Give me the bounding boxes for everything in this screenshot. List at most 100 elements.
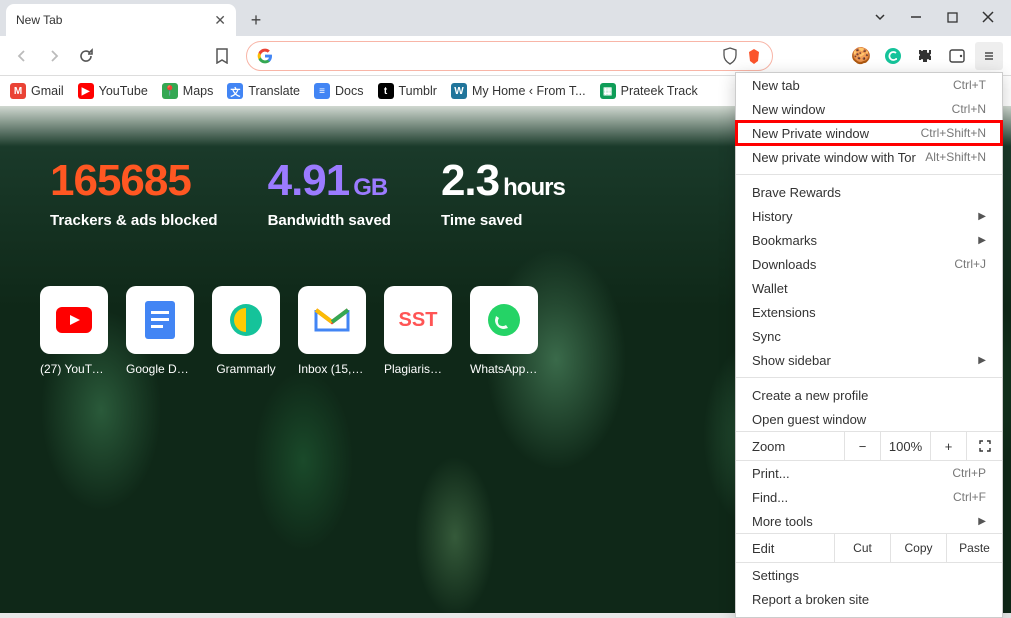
menu-new-window[interactable]: New windowCtrl+N xyxy=(736,97,1002,121)
top-site-tile[interactable]: (27) YouTube xyxy=(40,286,108,376)
bookmark-label: Docs xyxy=(335,84,363,98)
top-site-tile[interactable]: WhatsApp ... xyxy=(470,286,538,376)
app-menu-button[interactable] xyxy=(975,42,1003,70)
menu-wallet[interactable]: Wallet xyxy=(736,276,1002,300)
close-tab-icon[interactable]: ✕ xyxy=(214,12,226,29)
menu-separator xyxy=(736,174,1002,175)
menu-find[interactable]: Find...Ctrl+F xyxy=(736,485,1002,509)
bookmark-favicon: M xyxy=(10,83,26,99)
menu-zoom-row: Zoom − 100% + xyxy=(736,431,1002,461)
tab-title: New Tab xyxy=(16,13,62,27)
menu-edit-row: Edit Cut Copy Paste xyxy=(736,533,1002,563)
stat-bandwidth-value: 4.91GB xyxy=(268,156,391,206)
menu-new-private-window[interactable]: New Private windowCtrl+Shift+N xyxy=(736,121,1002,145)
menu-sync[interactable]: Sync xyxy=(736,324,1002,348)
stats-row: 165685 Trackers & ads blocked 4.91GB Ban… xyxy=(50,156,565,229)
menu-settings[interactable]: Settings xyxy=(736,563,1002,587)
top-site-tile[interactable]: Inbox (15,666) xyxy=(298,286,366,376)
zoom-value: 100% xyxy=(880,432,930,460)
bookmark-favicon: 📍 xyxy=(162,83,178,99)
address-bar[interactable] xyxy=(246,41,773,71)
menu-bookmarks[interactable]: Bookmarks▶ xyxy=(736,228,1002,252)
minimize-button[interactable] xyxy=(907,8,925,26)
url-input[interactable] xyxy=(281,48,714,63)
cookie-extension-icon[interactable]: 🍪 xyxy=(847,42,875,70)
top-site-tile[interactable]: Google Docs xyxy=(126,286,194,376)
zoom-in-button[interactable]: + xyxy=(930,432,966,460)
menu-more-tools[interactable]: More tools▶ xyxy=(736,509,1002,533)
brave-logo-icon[interactable] xyxy=(746,47,762,65)
reload-button[interactable] xyxy=(72,42,100,70)
stat-trackers-label: Trackers & ads blocked xyxy=(50,212,218,229)
paste-button[interactable]: Paste xyxy=(946,534,1002,562)
stat-bandwidth: 4.91GB Bandwidth saved xyxy=(268,156,391,229)
top-site-tile[interactable]: Grammarly xyxy=(212,286,280,376)
tile-icon xyxy=(40,286,108,354)
menu-history[interactable]: History▶ xyxy=(736,204,1002,228)
tile-icon: SST xyxy=(384,286,452,354)
bookmark-item[interactable]: ≡Docs xyxy=(314,83,363,99)
menu-new-tor-window[interactable]: New private window with TorAlt+Shift+N xyxy=(736,145,1002,169)
bookmark-item[interactable]: 📍 Maps xyxy=(162,83,214,99)
bookmark-item[interactable]: ▦ Prateek Track xyxy=(600,83,698,99)
stat-time: 2.3hours Time saved xyxy=(441,156,565,229)
bookmark-item[interactable]: M Gmail xyxy=(10,83,64,99)
bookmark-item[interactable]: t Tumblr xyxy=(378,83,437,99)
bookmark-label: Prateek Track xyxy=(621,84,698,98)
maximize-button[interactable] xyxy=(943,8,961,26)
chevron-down-icon[interactable] xyxy=(871,8,889,26)
tile-icon xyxy=(212,286,280,354)
brave-shields-icon[interactable] xyxy=(722,47,738,65)
bookmark-favicon: ▦ xyxy=(600,83,616,99)
bookmark-label: YouTube xyxy=(99,84,148,98)
app-menu-dropdown: New tabCtrl+T New windowCtrl+N New Priva… xyxy=(735,72,1003,618)
cut-button[interactable]: Cut xyxy=(834,534,890,562)
bookmark-label: Maps xyxy=(183,84,214,98)
bookmark-favicon: ▶ xyxy=(78,83,94,99)
chevron-right-icon: ▶ xyxy=(978,355,986,366)
extensions-puzzle-icon[interactable] xyxy=(911,42,939,70)
forward-button[interactable] xyxy=(40,42,68,70)
fullscreen-button[interactable] xyxy=(966,432,1002,460)
bookmark-label: Tumblr xyxy=(399,84,437,98)
menu-show-sidebar[interactable]: Show sidebar▶ xyxy=(736,348,1002,372)
back-button[interactable] xyxy=(8,42,36,70)
top-site-tile[interactable]: SST Plagiarism ... xyxy=(384,286,452,376)
menu-print[interactable]: Print...Ctrl+P xyxy=(736,461,1002,485)
stat-bandwidth-label: Bandwidth saved xyxy=(268,212,391,229)
menu-downloads[interactable]: DownloadsCtrl+J xyxy=(736,252,1002,276)
menu-brave-rewards[interactable]: Brave Rewards xyxy=(736,180,1002,204)
tile-label: Google Docs xyxy=(126,362,194,376)
new-tab-button[interactable]: + xyxy=(242,6,270,34)
copy-button[interactable]: Copy xyxy=(890,534,946,562)
menu-report-site[interactable]: Report a broken site xyxy=(736,587,1002,611)
window-titlebar: New Tab ✕ + xyxy=(0,0,1011,36)
stat-trackers: 165685 Trackers & ads blocked xyxy=(50,156,218,229)
bookmark-item[interactable]: 文 Translate xyxy=(227,83,300,99)
tiles-row: (27) YouTube Google Docs Grammarly Inbox (1… xyxy=(40,286,538,376)
grammarly-extension-icon[interactable] xyxy=(879,42,907,70)
bookmark-label: Translate xyxy=(248,84,300,98)
zoom-label: Zoom xyxy=(736,439,844,454)
bookmark-favicon: t xyxy=(378,83,394,99)
bookmark-label: My Home ‹ From T... xyxy=(472,84,586,98)
chevron-right-icon: ▶ xyxy=(978,516,986,527)
bookmark-item[interactable]: W My Home ‹ From T... xyxy=(451,83,586,99)
close-window-button[interactable] xyxy=(979,8,997,26)
bookmark-favicon: 文 xyxy=(227,83,243,99)
bookmark-favicon: W xyxy=(451,83,467,99)
bookmark-icon[interactable] xyxy=(208,42,236,70)
chevron-right-icon: ▶ xyxy=(978,211,986,222)
menu-new-tab[interactable]: New tabCtrl+T xyxy=(736,73,1002,97)
wallet-icon[interactable] xyxy=(943,42,971,70)
bookmark-item[interactable]: ▶ YouTube xyxy=(78,83,148,99)
google-g-icon xyxy=(257,48,273,64)
browser-tab[interactable]: New Tab ✕ xyxy=(6,4,236,36)
zoom-out-button[interactable]: − xyxy=(844,432,880,460)
menu-create-profile[interactable]: Create a new profile xyxy=(736,383,1002,407)
tile-label: Inbox (15,666) xyxy=(298,362,366,376)
menu-extensions[interactable]: Extensions xyxy=(736,300,1002,324)
menu-guest-window[interactable]: Open guest window xyxy=(736,407,1002,431)
bookmark-label: Gmail xyxy=(31,84,64,98)
tile-label: Plagiarism ... xyxy=(384,362,452,376)
